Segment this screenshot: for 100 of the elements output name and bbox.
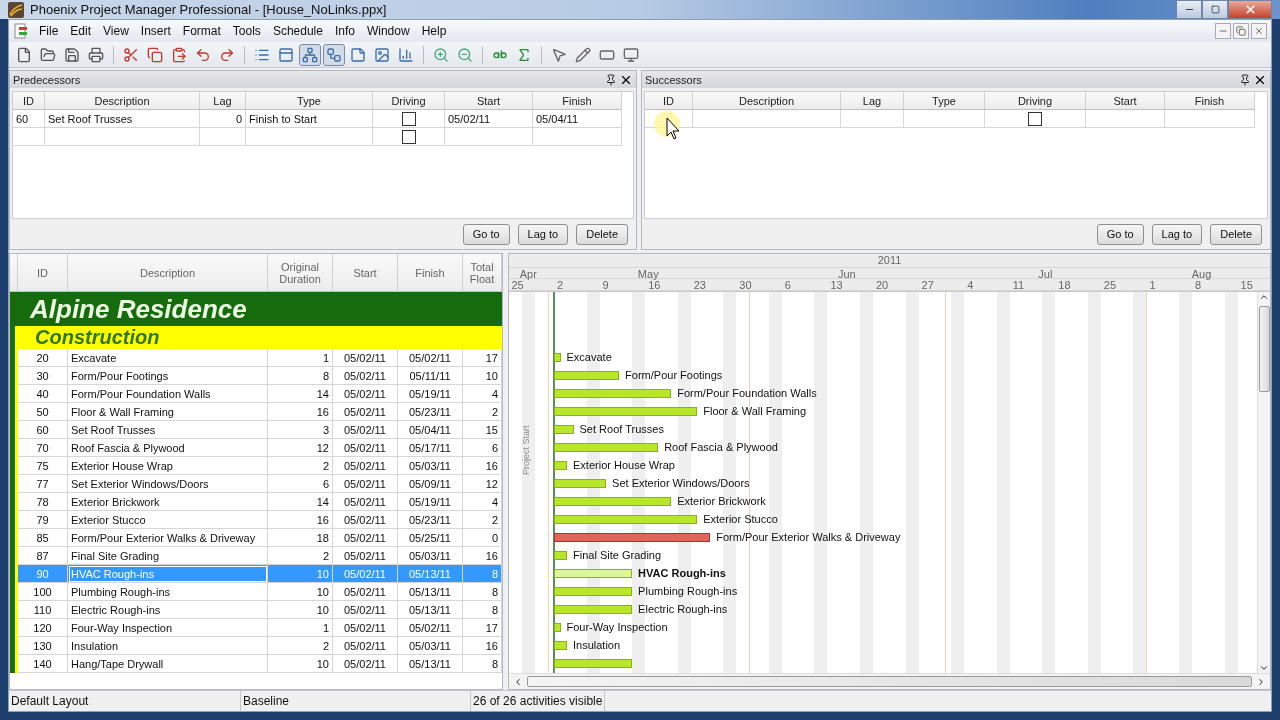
activity-row[interactable]: 140 Hang/Tape Drywall 10 05/02/11 05/13/11 8 — [10, 655, 502, 673]
table-cell: Set Exterior Windows/Doors — [68, 475, 268, 493]
column-header[interactable]: Driving — [985, 92, 1086, 110]
column-header[interactable]: Finish — [533, 92, 622, 110]
scroll-up-icon[interactable] — [1259, 292, 1269, 302]
pointer-icon — [551, 46, 567, 63]
activity-row[interactable]: 110 Electric Rough-ins 10 05/02/11 05/13/11 8 — [10, 601, 502, 619]
document-icon[interactable] — [13, 23, 29, 39]
driving-checkbox[interactable] — [401, 129, 416, 144]
table-cell: 05/02/11 — [333, 601, 398, 619]
column-header[interactable]: Type — [904, 92, 985, 110]
column-header[interactable]: ID — [18, 254, 68, 292]
activity-row[interactable]: 79 Exterior Stucco 16 05/02/11 05/23/11 2 — [10, 511, 502, 529]
vertical-scrollbar[interactable] — [1257, 292, 1270, 673]
menu-item[interactable]: Help — [415, 22, 453, 40]
day-label: 27 — [921, 279, 934, 292]
activity-row[interactable]: 30 Form/Pour Footings 8 05/02/11 05/11/11 10 — [10, 367, 502, 385]
activity-row[interactable]: 130 Insulation 2 05/02/11 05/03/11 16 — [10, 637, 502, 655]
scroll-left-icon[interactable] — [513, 676, 523, 687]
minimize-button[interactable] — [1176, 0, 1202, 19]
activity-row[interactable]: 40 Form/Pour Foundation Walls 14 05/02/11 05/19/11 4 — [10, 385, 502, 403]
column-header[interactable]: Type — [246, 92, 373, 110]
panel-button[interactable]: Delete — [1210, 223, 1262, 245]
column-header[interactable]: Description — [45, 92, 200, 110]
activity-row[interactable]: 50 Floor & Wall Framing 16 05/02/11 05/23/11 2 — [10, 403, 502, 421]
table-cell: 60 — [18, 421, 68, 439]
panel-button[interactable]: Go to — [1096, 223, 1144, 245]
restore-button[interactable] — [1233, 23, 1249, 39]
menu-item[interactable]: Format — [176, 22, 227, 40]
column-header[interactable]: Start — [333, 254, 398, 292]
table-cell: Insulation — [68, 637, 268, 655]
table-cell: 05/17/11 — [398, 439, 463, 457]
menu-item[interactable]: Window — [360, 22, 416, 40]
year-label: 2011 — [877, 254, 902, 267]
column-header[interactable]: Lag — [200, 92, 246, 110]
panel-button[interactable]: Go to — [462, 223, 510, 245]
menu-item[interactable]: Info — [328, 22, 361, 40]
table-cell: 40 — [18, 385, 68, 403]
scroll-right-icon[interactable] — [1256, 676, 1266, 687]
activity-row[interactable]: 85 Form/Pour Exterior Walks & Driveway 18 05/02/11 05/25/11 0 — [10, 529, 502, 547]
activity-row[interactable]: 120 Four-Way Inspection 1 05/02/11 05/02/11 17 — [10, 619, 502, 637]
panel-button[interactable]: Lag to — [1151, 223, 1203, 245]
column-header[interactable]: ID — [13, 92, 45, 110]
table-cell: 79 — [18, 511, 68, 529]
activity-row[interactable]: 78 Exterior Brickwork 14 05/02/11 05/19/11 4 — [10, 493, 502, 511]
table-cell: 05/02/11 — [333, 403, 398, 421]
pin-icon[interactable] — [605, 73, 617, 86]
table-cell: 78 — [18, 493, 68, 511]
activity-row[interactable]: 20 Excavate 1 05/02/11 05/02/11 17 — [10, 349, 502, 367]
scroll-thumb[interactable] — [527, 676, 1252, 687]
table-cell: 05/02/11 — [398, 619, 463, 637]
column-header[interactable]: ID — [645, 92, 693, 110]
panel-button[interactable]: Lag to — [517, 223, 569, 245]
table-cell: 15 — [463, 421, 502, 439]
activity-bar[interactable] — [554, 569, 633, 578]
menu-item[interactable]: Schedule — [266, 22, 329, 40]
column-header[interactable]: Total Float — [463, 254, 502, 292]
table-cell: Set Roof Trusses — [68, 421, 268, 439]
undo-icon — [195, 46, 211, 63]
activity-row[interactable]: 60 Set Roof Trusses 3 05/02/11 05/04/11 15 — [10, 421, 502, 439]
column-header[interactable]: Description — [693, 92, 841, 110]
month-label: Jun — [837, 267, 856, 280]
menu-item[interactable]: Edit — [64, 22, 98, 40]
pin-icon[interactable] — [1239, 73, 1251, 86]
driving-checkbox[interactable] — [1028, 111, 1042, 126]
menu-item[interactable]: View — [97, 22, 135, 40]
column-header[interactable]: Finish — [1165, 92, 1255, 110]
mouse-cursor-icon — [653, 110, 683, 142]
close-button[interactable] — [1251, 23, 1267, 39]
menu-item[interactable]: File — [33, 22, 65, 40]
activity-row[interactable]: 100 Plumbing Rough-ins 10 05/02/11 05/13/11 8 — [10, 583, 502, 601]
column-header[interactable]: Driving — [373, 92, 445, 110]
table-cell: Hang/Tape Drywall — [68, 655, 268, 673]
column-header[interactable]: Original Duration — [268, 254, 333, 292]
maximize-button[interactable] — [1202, 0, 1228, 19]
menu-item[interactable]: Tools — [226, 22, 267, 40]
column-header[interactable]: Description — [68, 254, 268, 292]
table-cell: 4 — [463, 493, 502, 511]
workflow-button[interactable] — [323, 43, 345, 66]
minimize-button[interactable] — [1215, 23, 1231, 39]
column-header[interactable]: Start — [445, 92, 533, 110]
network-button[interactable] — [299, 43, 321, 66]
driving-checkbox[interactable] — [401, 111, 416, 126]
scroll-down-icon[interactable] — [1259, 663, 1269, 673]
column-header[interactable]: Lag — [841, 92, 904, 110]
column-header[interactable]: Finish — [398, 254, 463, 292]
horizontal-scrollbar[interactable] — [509, 673, 1270, 689]
maximize-icon — [1210, 5, 1220, 14]
table-cell: 05/13/11 — [398, 583, 463, 601]
column-header[interactable]: Start — [1086, 92, 1165, 110]
scroll-thumb[interactable] — [1258, 306, 1270, 392]
zoom-out-icon — [457, 46, 473, 63]
menu-item[interactable]: Insert — [134, 22, 177, 40]
panel-button[interactable]: Delete — [576, 223, 628, 245]
activity-row[interactable]: 77 Set Exterior Windows/Doors 6 05/02/11 05/09/11 12 — [10, 475, 502, 493]
activity-row[interactable]: 70 Roof Fascia & Plywood 12 05/02/11 05/17/11 6 — [10, 439, 502, 457]
day-label: 6 — [784, 279, 791, 292]
status-text: 26 of 26 activities visible — [471, 691, 606, 711]
close-button[interactable] — [1228, 0, 1272, 19]
activity-row[interactable]: 75 Exterior House Wrap 2 05/02/11 05/03/11 16 — [10, 457, 502, 475]
